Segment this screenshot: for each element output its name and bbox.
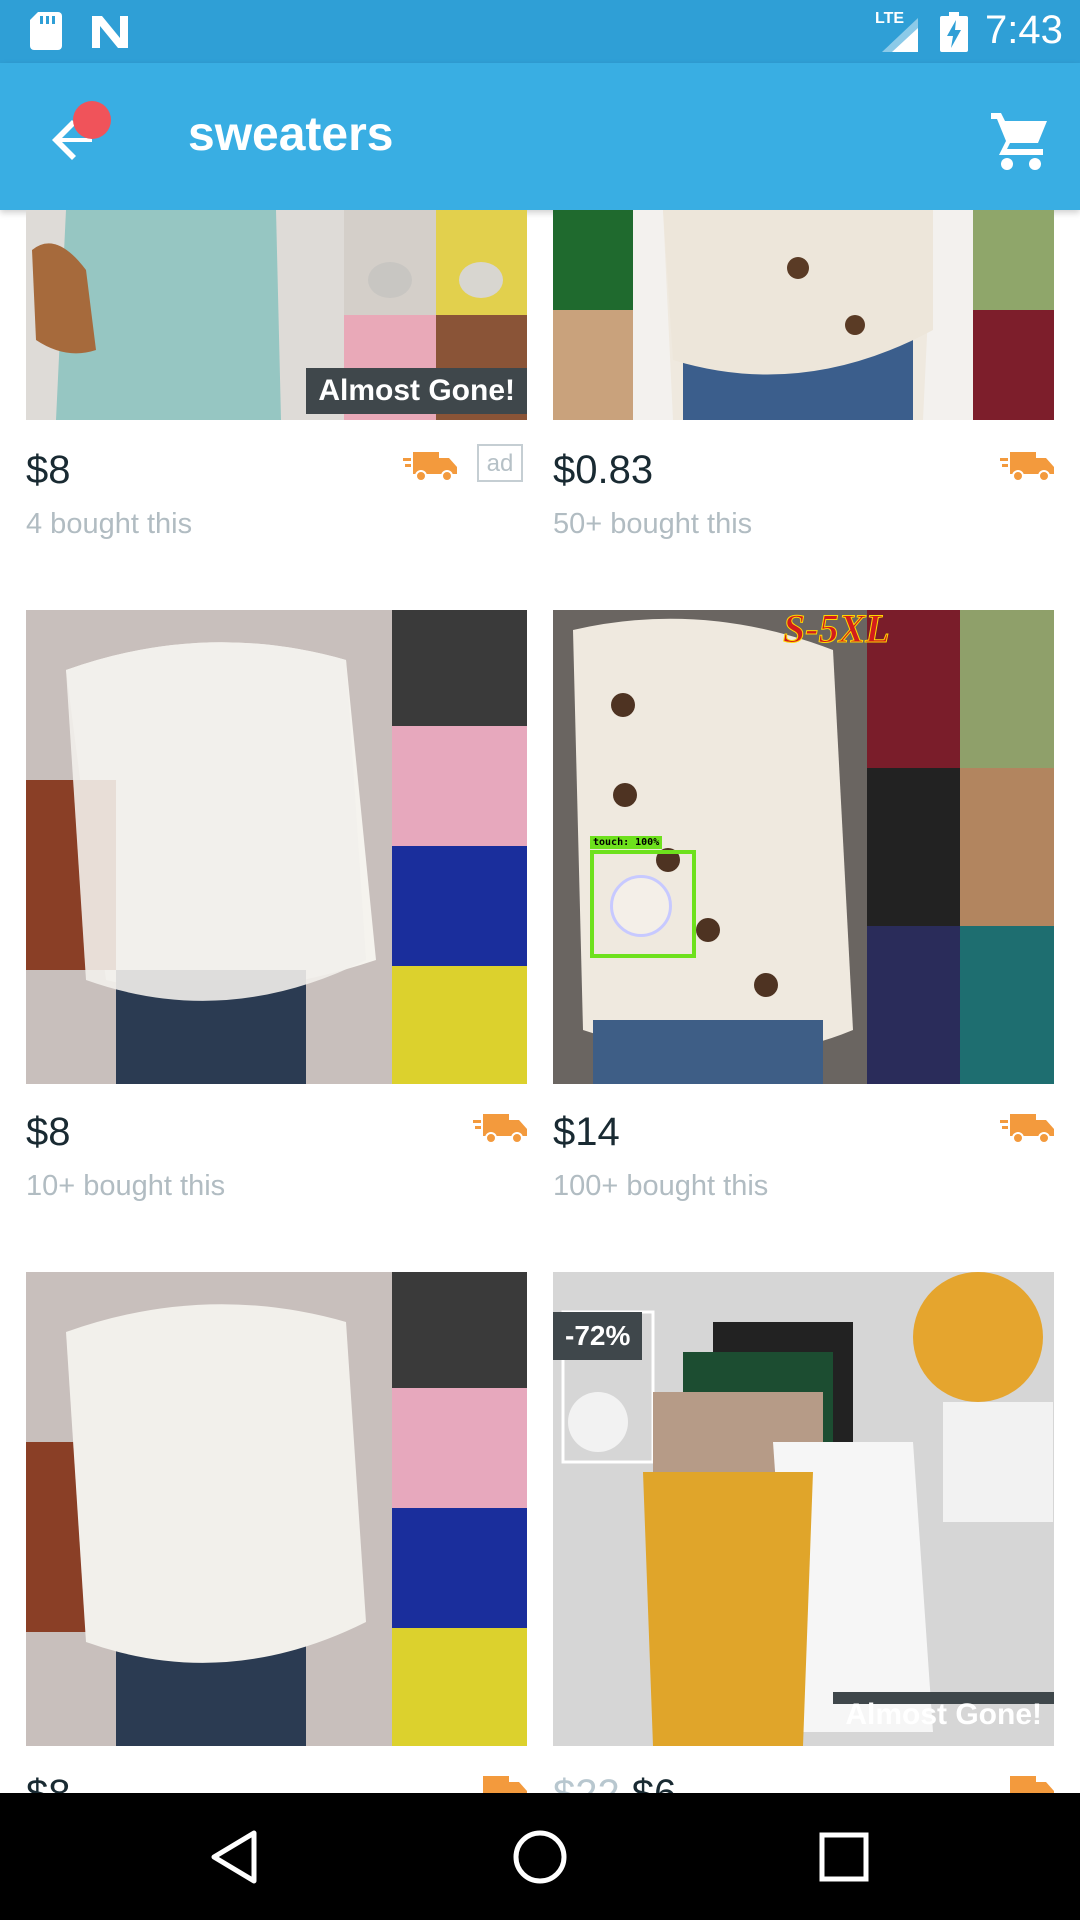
- discount-badge: -72%: [553, 1312, 643, 1360]
- battery-charging-icon: [940, 12, 968, 52]
- product-price: $8: [26, 1110, 71, 1154]
- product-image[interactable]: [26, 610, 527, 1084]
- touch-indicator-label: touch: 100%: [590, 836, 663, 849]
- delivery-truck-icon: [1000, 1114, 1054, 1144]
- bought-count: 100+ bought this: [553, 1170, 769, 1202]
- delivery-truck-icon: [403, 452, 457, 482]
- original-price: $22: [553, 1772, 620, 1793]
- ad-badge: ad: [477, 444, 523, 482]
- navigation-bar: [0, 1793, 1080, 1920]
- shopping-cart-icon[interactable]: [985, 105, 1055, 175]
- notification-dot: [73, 101, 111, 139]
- almost-gone-badge: Almost Gone!: [833, 1692, 1054, 1731]
- delivery-truck-icon: [473, 1114, 527, 1144]
- product-grid: Almost Gone! $8 ad 4 bought this $0.83 5…: [0, 210, 1080, 1793]
- almost-gone-badge: Almost Gone!: [306, 368, 527, 414]
- home-circle-icon[interactable]: [508, 1825, 572, 1889]
- size-range-text: S-5XL: [783, 610, 890, 651]
- product-image[interactable]: [26, 1272, 527, 1746]
- page-title: sweaters: [188, 108, 394, 161]
- delivery-truck-icon: [483, 1776, 527, 1793]
- bought-count: 4 bought this: [26, 508, 193, 540]
- notification-n-icon: [92, 16, 128, 48]
- product-price: $0.83: [553, 448, 654, 492]
- delivery-truck-icon: [1010, 1776, 1054, 1793]
- sale-price: $6: [632, 1772, 677, 1793]
- status-bar: LTE 7:43: [0, 0, 1080, 63]
- sd-card-icon: [30, 12, 62, 50]
- clock: 7:43: [985, 8, 1063, 52]
- bought-count: 10+ bought this: [26, 1170, 226, 1202]
- product-price: $8: [26, 1772, 71, 1793]
- app-bar: sweaters: [0, 63, 1080, 210]
- product-price: $8: [26, 448, 71, 492]
- product-image[interactable]: [553, 210, 1054, 420]
- delivery-truck-icon: [1000, 452, 1054, 482]
- product-price: $14: [553, 1110, 620, 1154]
- bought-count: 50+ bought this: [553, 508, 753, 540]
- product-price: $22 $6: [553, 1772, 676, 1793]
- signal-icon: [882, 18, 918, 52]
- recents-square-icon[interactable]: [812, 1825, 876, 1889]
- back-triangle-icon[interactable]: [204, 1825, 268, 1889]
- touch-point: [610, 875, 672, 937]
